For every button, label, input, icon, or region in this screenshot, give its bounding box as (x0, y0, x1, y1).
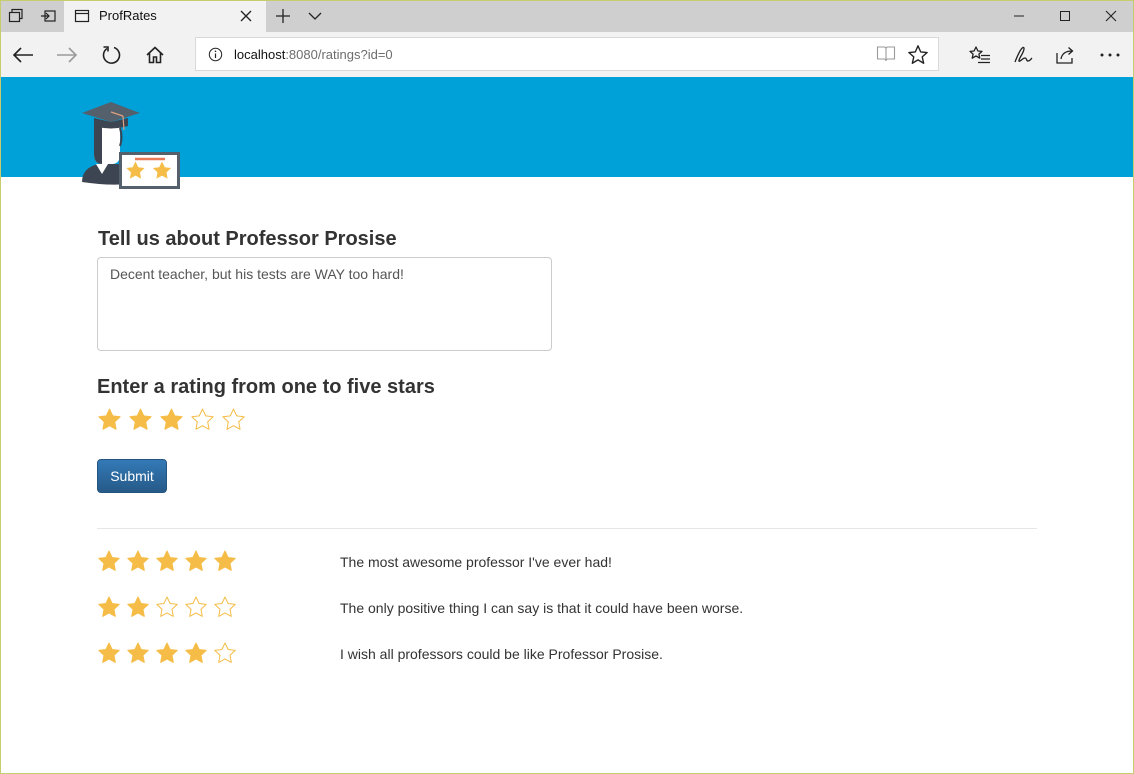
refresh-icon[interactable] (94, 38, 128, 72)
rating-heading: Enter a rating from one to five stars (97, 376, 435, 398)
tab-title: ProfRates (99, 8, 157, 23)
star-filled-icon[interactable] (97, 407, 122, 432)
submit-button[interactable]: Submit (97, 459, 167, 493)
forward-icon[interactable] (50, 38, 84, 72)
home-icon[interactable] (138, 38, 172, 72)
url-host: localhost (234, 47, 286, 62)
review-row: I wish all professors could be like Prof… (97, 641, 1037, 671)
tab-strip: ProfRates (0, 0, 1134, 32)
review-stars (97, 595, 237, 619)
reading-view-icon[interactable] (876, 45, 896, 68)
star-filled-icon (127, 596, 149, 617)
star-filled-icon (156, 550, 178, 571)
star-filled-icon (156, 642, 178, 663)
page-favicon (74, 8, 90, 29)
review-text: The only positive thing I can say is tha… (340, 600, 744, 616)
web-note-icon[interactable] (1006, 38, 1040, 72)
comment-heading: Tell us about Professor Prosise (98, 228, 397, 250)
navigation-bar: localhost:8080/ratings?id=0 (0, 32, 1134, 77)
star-empty-icon (156, 596, 178, 617)
star-filled-icon (127, 550, 149, 571)
share-icon[interactable] (1049, 38, 1083, 72)
tab-close-icon[interactable] (238, 8, 254, 29)
tab-preview-icon[interactable] (0, 0, 32, 32)
url-path: :8080/ratings?id=0 (285, 47, 393, 62)
set-tabs-aside-icon[interactable] (32, 0, 64, 32)
review-row: The only positive thing I can say is tha… (97, 595, 1037, 625)
review-text: The most awesome professor I've ever had… (340, 554, 612, 570)
maximize-icon[interactable] (1042, 0, 1088, 32)
star-filled-icon (185, 550, 207, 571)
star-empty-icon (185, 596, 207, 617)
star-filled-icon (98, 596, 120, 617)
close-window-icon[interactable] (1088, 0, 1134, 32)
comment-textarea[interactable]: Decent teacher, but his tests are WAY to… (97, 257, 552, 351)
back-icon[interactable] (6, 38, 40, 72)
star-filled-icon (214, 550, 236, 571)
star-empty-icon (214, 596, 236, 617)
active-tab[interactable]: ProfRates (64, 0, 266, 32)
review-stars (97, 549, 237, 573)
star-empty-icon[interactable] (190, 407, 215, 432)
site-info-icon[interactable] (208, 47, 223, 67)
more-icon[interactable] (1093, 38, 1127, 72)
rating-star-input (97, 407, 246, 432)
tab-list-chevron-icon[interactable] (299, 0, 331, 32)
star-filled-icon (127, 642, 149, 663)
review-row: The most awesome professor I've ever had… (97, 549, 1037, 579)
star-filled-icon[interactable] (128, 407, 153, 432)
favorite-star-icon[interactable] (907, 44, 929, 71)
professor-logo-icon (80, 98, 184, 197)
review-stars (97, 641, 237, 665)
divider (97, 528, 1037, 529)
favorites-hub-icon[interactable] (963, 38, 997, 72)
star-empty-icon[interactable] (221, 407, 246, 432)
address-bar[interactable]: localhost:8080/ratings?id=0 (195, 37, 939, 71)
star-filled-icon (98, 550, 120, 571)
star-filled-icon (185, 642, 207, 663)
star-filled-icon[interactable] (159, 407, 184, 432)
star-empty-icon (214, 642, 236, 663)
url-text[interactable]: localhost:8080/ratings?id=0 (234, 47, 393, 62)
review-text: I wish all professors could be like Prof… (340, 646, 663, 662)
star-filled-icon (98, 642, 120, 663)
minimize-icon[interactable] (996, 0, 1042, 32)
new-tab-icon[interactable] (267, 0, 299, 32)
